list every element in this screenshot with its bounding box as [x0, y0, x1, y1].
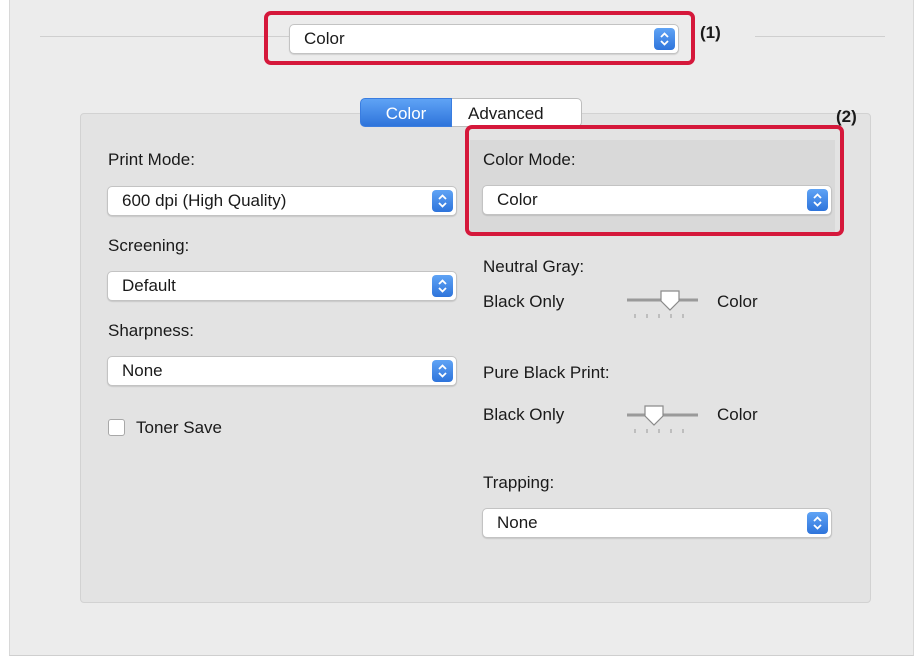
- tab-advanced[interactable]: Advanced: [452, 98, 582, 127]
- toner-save-checkbox[interactable]: [108, 419, 125, 436]
- neutral-gray-label: Neutral Gray:: [483, 257, 585, 276]
- print-mode-value: 600 dpi (High Quality): [122, 191, 287, 210]
- print-mode-label: Print Mode:: [108, 150, 195, 169]
- neutral-gray-slider[interactable]: [625, 290, 700, 320]
- trapping-value: None: [497, 513, 538, 532]
- sharpness-label: Sharpness:: [108, 321, 194, 340]
- neutral-gray-left-label: Black Only: [483, 292, 565, 311]
- pure-black-print-right-label: Color: [717, 405, 758, 424]
- trapping-popup[interactable]: None: [482, 508, 832, 538]
- pure-black-print-label: Pure Black Print:: [483, 363, 610, 382]
- popup-stepper-icon: [807, 512, 828, 534]
- screening-label: Screening:: [108, 236, 190, 255]
- highlight-box-1: [264, 11, 695, 65]
- callout-1: (1): [700, 23, 721, 42]
- neutral-gray-right-label: Color: [717, 292, 758, 311]
- separator-right: [755, 36, 885, 37]
- screening-popup[interactable]: Default: [107, 271, 457, 301]
- callout-2: (2): [836, 107, 857, 126]
- popup-stepper-icon: [432, 190, 453, 212]
- print-mode-popup[interactable]: 600 dpi (High Quality): [107, 186, 457, 216]
- screening-value: Default: [122, 276, 176, 295]
- popup-stepper-icon: [432, 360, 453, 382]
- tab-bar: Color Advanced: [360, 98, 582, 127]
- highlight-box-2: [465, 125, 844, 236]
- toner-save-label: Toner Save: [136, 418, 222, 437]
- sharpness-value: None: [122, 361, 163, 380]
- popup-stepper-icon: [432, 275, 453, 297]
- trapping-label: Trapping:: [483, 473, 555, 492]
- tab-color[interactable]: Color: [360, 98, 452, 127]
- pure-black-print-left-label: Black Only: [483, 405, 565, 424]
- separator-left: [40, 36, 290, 37]
- pure-black-print-slider[interactable]: [625, 405, 700, 435]
- sharpness-popup[interactable]: None: [107, 356, 457, 386]
